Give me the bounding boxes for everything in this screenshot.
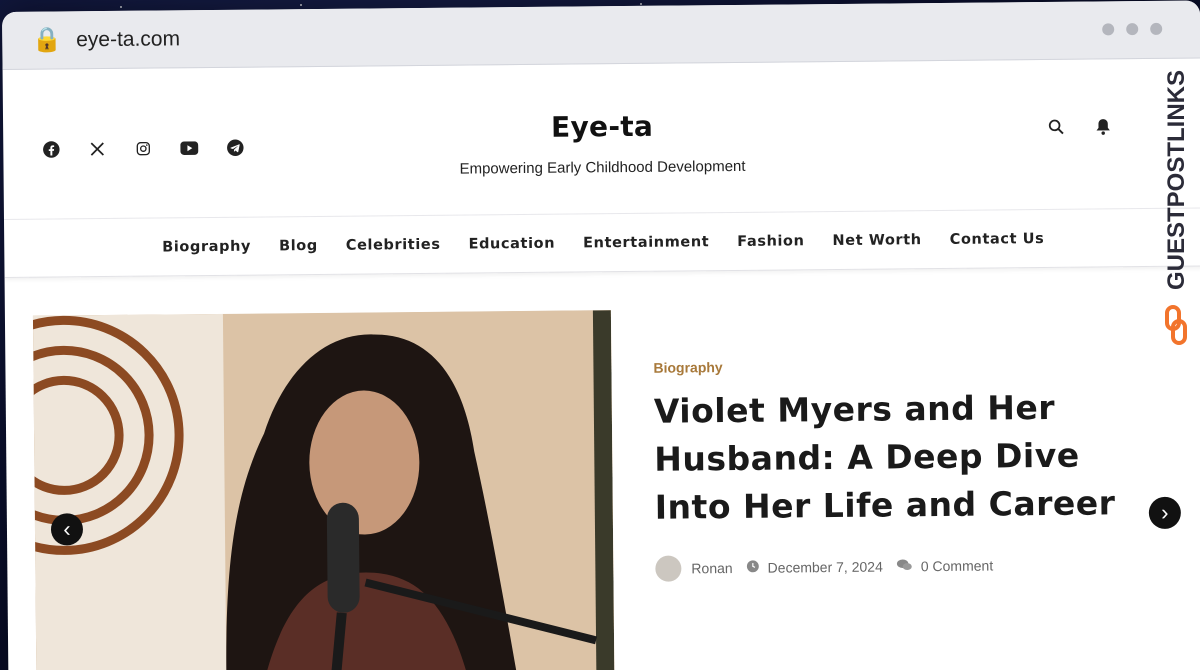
header-tools (1047, 117, 1111, 141)
post-comments[interactable]: 0 Comment (921, 558, 994, 575)
bell-icon[interactable] (1095, 117, 1111, 140)
site-title[interactable]: Eye-ta (3, 104, 1200, 148)
address-bar-url[interactable]: eye-ta.com (76, 27, 180, 52)
nav-item-biography[interactable]: Biography (162, 238, 251, 255)
nav-item-entertainment[interactable]: Entertainment (583, 234, 709, 251)
nav-item-blog[interactable]: Blog (279, 237, 318, 253)
nav-item-celebrities[interactable]: Celebrities (346, 236, 441, 253)
site-tagline: Empowering Early Childhood Development (459, 157, 746, 178)
featured-image[interactable] (32, 310, 615, 670)
post-author[interactable]: Ronan (691, 560, 732, 576)
window-dot[interactable] (1150, 22, 1163, 35)
nav-item-fashion[interactable]: Fashion (737, 233, 804, 250)
watermark-text: GUESTPOSTLINKS (1163, 70, 1190, 290)
window-dot[interactable] (1102, 23, 1115, 36)
featured-post: Biography Violet Myers and Her Husband: … (653, 355, 1155, 582)
avatar (655, 555, 682, 582)
post-date: December 7, 2024 (767, 558, 883, 576)
window-dot[interactable] (1126, 23, 1139, 36)
nav-item-net-worth[interactable]: Net Worth (832, 232, 921, 249)
comment-icon (897, 558, 913, 574)
lock-icon: 🔒 (32, 25, 63, 54)
featured-slider: ‹ › Biography Violet Myers and Her Husba… (5, 266, 1200, 670)
browser-window: 🔒 eye-ta.com Eye-ta Empowering Early Chi… (2, 0, 1200, 670)
site-header: Eye-ta Empowering Early Childhood Develo… (2, 58, 1200, 220)
search-icon[interactable] (1047, 118, 1065, 141)
nav-item-education[interactable]: Education (468, 235, 555, 252)
slider-prev-button[interactable]: ‹ (50, 513, 84, 546)
guestpostlinks-watermark: GUESTPOSTLINKS (1156, 50, 1196, 350)
clock-icon (747, 560, 760, 576)
post-meta: Ronan December 7, 2024 0 Comment (655, 551, 1155, 582)
post-category[interactable]: Biography (653, 355, 1153, 376)
window-controls (1102, 22, 1163, 36)
site-branding: Eye-ta Empowering Early Childhood Develo… (3, 104, 1200, 181)
post-title[interactable]: Violet Myers and Her Husband: A Deep Div… (654, 383, 1155, 532)
website: Eye-ta Empowering Early Childhood Develo… (2, 58, 1200, 670)
nav-item-contact-us[interactable]: Contact Us (950, 231, 1045, 248)
link-icon (1165, 305, 1187, 345)
